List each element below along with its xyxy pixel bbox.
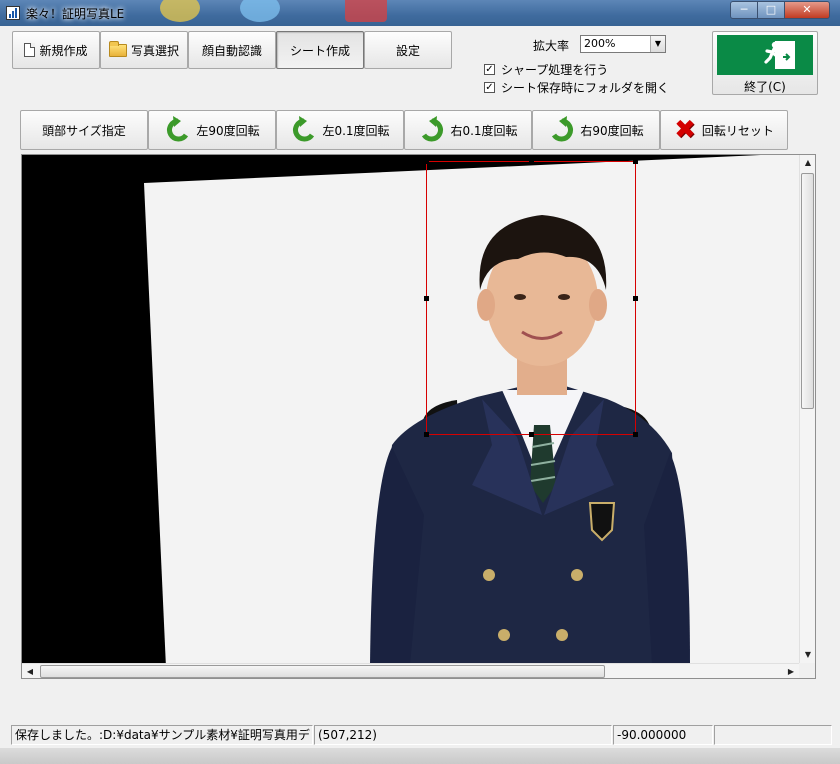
settings-label: 設定 — [395, 43, 420, 58]
taskbar-glow — [345, 0, 387, 22]
resize-handle[interactable] — [424, 159, 429, 164]
rotate-right-90-button[interactable]: 右90度回転 — [532, 110, 660, 150]
resize-handle[interactable] — [633, 432, 638, 437]
photo-canvas[interactable] — [22, 155, 799, 663]
horizontal-scrollbar[interactable]: ◀ ▶ — [22, 663, 799, 678]
resize-handle[interactable] — [633, 159, 638, 164]
rotate-right-icon — [422, 116, 444, 142]
title-bar[interactable]: 楽々！証明写真LE ─ □ ✕ — [0, 0, 840, 26]
resize-handle[interactable] — [529, 159, 534, 164]
app-window: 楽々！証明写真LE ─ □ ✕ 新規作成 写真選択 顔自動認識 シート作成 設定… — [0, 0, 840, 764]
taskbar-glow — [160, 0, 200, 22]
minimize-button[interactable]: ─ — [730, 1, 758, 19]
window-bottom-frame — [0, 748, 840, 764]
zoom-value: 200% — [584, 37, 616, 50]
scroll-left-icon[interactable]: ◀ — [22, 664, 38, 678]
resize-handle[interactable] — [529, 432, 534, 437]
face-crop-frame[interactable] — [424, 159, 638, 437]
rotate-right-icon — [552, 116, 574, 142]
status-extra — [714, 725, 832, 745]
scroll-right-icon[interactable]: ▶ — [783, 664, 799, 678]
settings-button[interactable]: 設定 — [364, 31, 452, 69]
select-photo-button[interactable]: 写真選択 — [100, 31, 188, 69]
window-title: 楽々！証明写真LE — [26, 7, 125, 21]
zoom-label: 拡大率 — [533, 39, 570, 53]
sharpen-label: シャープ処理を行う — [501, 63, 609, 77]
rotate-left-90-label: 左90度回転 — [196, 123, 260, 138]
chevron-down-icon[interactable]: ▼ — [650, 36, 665, 52]
maximize-button[interactable]: □ — [757, 1, 785, 19]
resize-handle[interactable] — [424, 296, 429, 301]
head-size-button[interactable]: 頭部サイズ指定 — [20, 110, 148, 150]
horizontal-scroll-thumb[interactable] — [40, 665, 605, 678]
rotate-left-01-button[interactable]: 左0.1度回転 — [276, 110, 404, 150]
vertical-scroll-thumb[interactable] — [801, 173, 814, 409]
scroll-up-icon[interactable]: ▲ — [800, 155, 815, 171]
status-coords: (507,212) — [314, 725, 612, 745]
select-photo-label: 写真選択 — [130, 43, 179, 58]
sharpen-checkbox[interactable]: ✓ — [484, 64, 495, 75]
open-folder-option[interactable]: ✓ シート保存時にフォルダを開く — [484, 79, 669, 96]
exit-label: 終了(C) — [744, 80, 786, 94]
rotate-left-icon — [167, 116, 189, 142]
resize-handle[interactable] — [633, 296, 638, 301]
vertical-scrollbar[interactable]: ▲ ▼ — [799, 155, 815, 663]
status-angle: -90.000000 — [613, 725, 713, 745]
rotate-right-01-label: 右0.1度回転 — [450, 123, 518, 138]
exit-button[interactable]: 終了(C) — [712, 31, 818, 95]
status-message: 保存しました。:D:¥data¥サンプル素材¥証明写真用デ — [11, 725, 313, 745]
running-man-icon — [764, 41, 791, 68]
rotate-left-90-button[interactable]: 左90度回転 — [148, 110, 276, 150]
rotate-right-90-label: 右90度回転 — [580, 123, 644, 138]
rotate-right-01-button[interactable]: 右0.1度回転 — [404, 110, 532, 150]
close-button[interactable]: ✕ — [784, 1, 830, 19]
reset-x-icon: ✖ — [674, 115, 696, 145]
taskbar-glow — [240, 0, 280, 22]
exit-sign-icon — [717, 35, 813, 75]
rotation-reset-button[interactable]: ✖ 回転リセット — [660, 110, 788, 150]
face-detect-label: 顔自動認識 — [201, 43, 262, 58]
zoom-select[interactable]: 200% ▼ — [580, 35, 666, 53]
open-folder-checkbox[interactable]: ✓ — [484, 82, 495, 93]
scroll-down-icon[interactable]: ▼ — [800, 647, 815, 663]
head-size-label: 頭部サイズ指定 — [42, 123, 126, 138]
rotate-left-icon — [293, 116, 315, 142]
image-viewport[interactable]: ▲ ▼ ◀ ▶ — [21, 154, 816, 679]
folder-icon — [108, 40, 127, 57]
sheet-create-label: シート作成 — [289, 43, 350, 58]
sheet-create-button[interactable]: シート作成 — [276, 31, 364, 69]
new-button[interactable]: 新規作成 — [12, 31, 100, 69]
rotation-reset-label: 回転リセット — [701, 123, 774, 138]
new-document-icon — [24, 43, 36, 57]
new-button-label: 新規作成 — [39, 43, 88, 58]
face-detect-button[interactable]: 顔自動認識 — [188, 31, 276, 69]
open-folder-label: シート保存時にフォルダを開く — [501, 81, 670, 95]
rotate-left-01-label: 左0.1度回転 — [322, 123, 390, 138]
app-icon — [6, 6, 20, 20]
sharpen-option[interactable]: ✓ シャープ処理を行う — [484, 61, 608, 78]
resize-handle[interactable] — [424, 432, 429, 437]
scrollbar-corner — [799, 663, 815, 678]
